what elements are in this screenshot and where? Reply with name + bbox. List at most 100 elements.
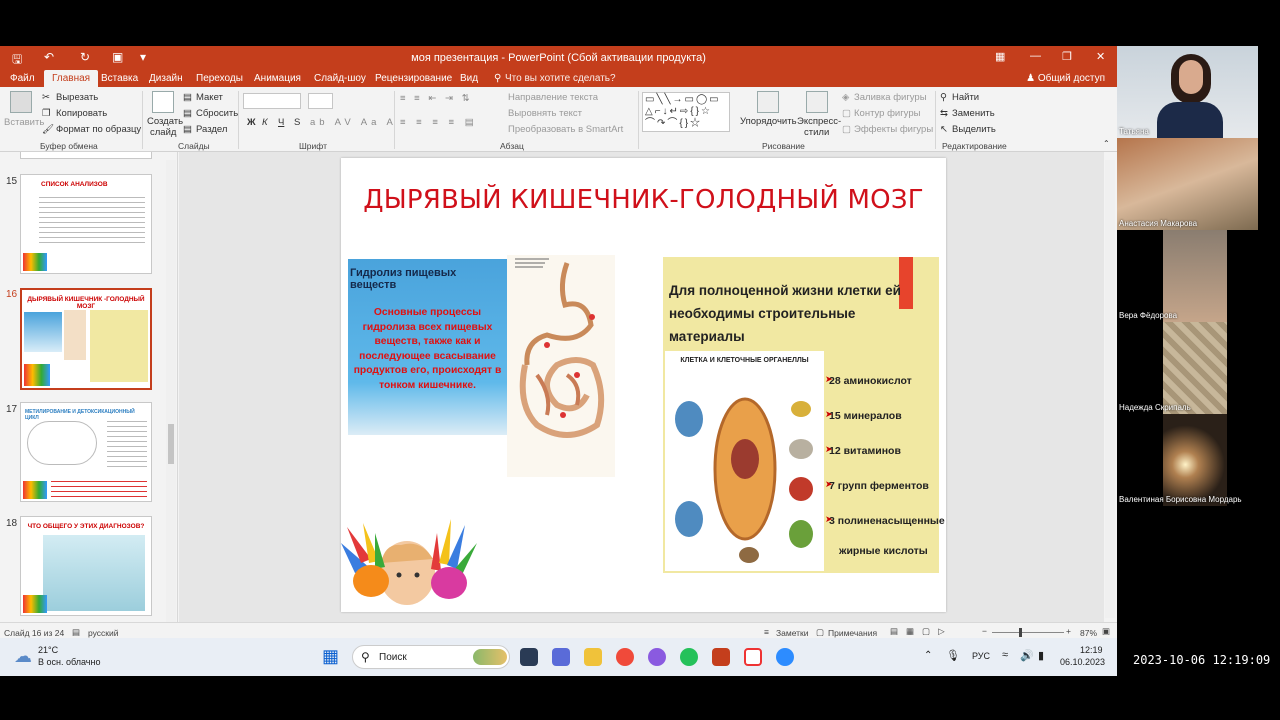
tab-transitions[interactable]: Переходы	[196, 73, 243, 84]
format-painter-icon[interactable]: 🖌	[42, 124, 54, 135]
zoom-level[interactable]: 87%	[1080, 628, 1097, 638]
tray-chevron-icon[interactable]: ⌃	[924, 650, 932, 661]
format-painter-button[interactable]: Формат по образцу	[56, 124, 141, 135]
list-icons[interactable]: ≡ ≡ ⇤ ⇥ ⇅	[400, 93, 473, 104]
shape-effects-icon[interactable]: ▢	[842, 124, 851, 135]
align-text-button[interactable]: Выровнять текст	[508, 108, 582, 119]
tab-insert[interactable]: Вставка	[101, 73, 138, 84]
participant-video-tile[interactable]: Валентиная Борисовна Мордарь	[1117, 414, 1258, 506]
participant-video-tile[interactable]: Татьяна	[1117, 46, 1258, 138]
shape-fill-button[interactable]: Заливка фигуры	[854, 92, 927, 103]
tab-review[interactable]: Рецензирование	[375, 73, 452, 84]
clock-date[interactable]: 06.10.2023	[1060, 657, 1105, 667]
ribbon-options-icon[interactable]: ▦	[995, 50, 1005, 63]
microphone-icon[interactable]: 🎙	[946, 649, 960, 662]
shape-fill-icon[interactable]: ◈	[842, 92, 849, 103]
arrange-button[interactable]: Упорядочить	[740, 116, 797, 127]
font-size-input[interactable]	[308, 93, 333, 109]
slide-scrollbar[interactable]	[1105, 160, 1115, 618]
zoom-icon[interactable]	[776, 648, 794, 666]
collapse-ribbon-icon[interactable]: ⌃	[1103, 139, 1110, 148]
yandex-icon[interactable]	[616, 648, 634, 666]
slide-thumbnail-18[interactable]: ЧТО ОБЩЕГО У ЭТИХ ДИАГНОЗОВ?	[20, 516, 152, 616]
copy-button[interactable]: Копировать	[56, 108, 107, 119]
slide-thumbnail[interactable]	[20, 152, 152, 159]
spellcheck-icon[interactable]: ▤	[72, 627, 80, 638]
layout-button[interactable]: Макет	[196, 92, 223, 103]
text-direction-button[interactable]: Направление текста	[508, 92, 598, 103]
notes-button[interactable]: Заметки	[776, 628, 809, 638]
copy-icon[interactable]: ❐	[42, 108, 51, 119]
paste-icon[interactable]	[10, 91, 32, 113]
zoom-out-icon[interactable]: −	[982, 626, 987, 636]
slide-canvas[interactable]: ДЫРЯВЫЙ КИШЕЧНИК-ГОЛОДНЫЙ МОЗГ Гидролиз …	[341, 158, 946, 612]
comments-button[interactable]: Примечания	[828, 628, 877, 638]
slide-thumbnail-17[interactable]: МЕТИЛИРОВАНИЕ И ДЕТОКСИКАЦИОННЫЙ ЦИКЛ	[20, 402, 152, 502]
underline-button[interactable]: Ч	[278, 117, 284, 128]
minimize-icon[interactable]: —	[1030, 50, 1041, 62]
replace-icon[interactable]: ⇆	[940, 108, 948, 119]
participant-video-tile[interactable]: Анастасия Макарова	[1117, 138, 1258, 230]
zoom-slider-thumb[interactable]	[1019, 628, 1022, 637]
select-icon[interactable]: ↖	[940, 124, 948, 135]
paste-button[interactable]: Вставить	[4, 117, 44, 128]
battery-icon[interactable]: ▮	[1038, 649, 1044, 662]
tab-file[interactable]: Файл	[10, 73, 35, 84]
align-icons[interactable]: ≡ ≡ ≡ ≡ ▤	[400, 117, 478, 128]
file-explorer-icon[interactable]	[584, 648, 602, 666]
section-button[interactable]: Раздел	[196, 124, 227, 135]
shapes-gallery[interactable]: ▭╲╲→▭◯▭ △⌐↓↵⇨{}☆ ⌒↷⌒{}☆	[642, 92, 730, 132]
zoom-slider[interactable]	[992, 632, 1064, 633]
italic-button[interactable]: К	[262, 117, 268, 128]
scrollbar-thumb[interactable]	[168, 424, 174, 464]
reset-icon[interactable]: ▤	[183, 108, 192, 119]
font-name-input[interactable]	[243, 93, 301, 109]
powerpoint-icon[interactable]	[712, 648, 730, 666]
alice-icon[interactable]	[648, 648, 666, 666]
new-slide-icon[interactable]	[152, 91, 174, 113]
shape-outline-button[interactable]: Контур фигуры	[854, 108, 920, 119]
replace-button[interactable]: Заменить	[952, 108, 995, 119]
clock-time[interactable]: 12:19	[1080, 645, 1103, 655]
find-icon[interactable]: ⚲	[940, 92, 947, 103]
keyboard-language[interactable]: РУС	[972, 651, 990, 661]
task-view-icon[interactable]	[520, 648, 538, 666]
digestive-system-image[interactable]	[507, 255, 615, 477]
tell-me-input[interactable]: Что вы хотите сделать?	[505, 73, 616, 84]
windows-start-icon[interactable]: ▦	[322, 646, 339, 667]
shape-outline-icon[interactable]: ▢	[842, 108, 851, 119]
arrange-icon[interactable]	[757, 91, 779, 113]
select-button[interactable]: Выделить	[952, 124, 996, 135]
comments-icon[interactable]: ▢	[816, 627, 824, 638]
new-slide-button[interactable]: Создать	[147, 116, 183, 127]
slide-title[interactable]: ДЫРЯВЫЙ КИШЕЧНИК-ГОЛОДНЫЙ МОЗГ	[341, 185, 946, 215]
close-icon[interactable]: ✕	[1096, 50, 1105, 63]
yandex-browser-icon[interactable]	[744, 648, 762, 666]
participant-video-tile[interactable]: Надежда Скрипаль	[1117, 322, 1258, 414]
slide-thumbnail-16[interactable]: ДЫРЯВЫЙ КИШЕЧНИК -ГОЛОДНЫЙ МОЗГ	[20, 288, 152, 390]
zoom-in-icon[interactable]: +	[1066, 626, 1071, 636]
whatsapp-icon[interactable]	[680, 648, 698, 666]
shape-effects-button[interactable]: Эффекты фигуры	[854, 124, 933, 135]
hydrolysis-textbox[interactable]: Гидролиз пищевых веществ Основные процес…	[348, 259, 507, 435]
font-more-icons[interactable]: ab AV Aa A	[310, 117, 397, 128]
restore-icon[interactable]: ❐	[1062, 50, 1072, 63]
taskbar-search-input[interactable]: ⚲ Поиск	[352, 645, 510, 669]
teams-icon[interactable]	[552, 648, 570, 666]
thumbnail-scrollbar[interactable]	[166, 160, 176, 622]
tab-home[interactable]: Главная	[44, 70, 99, 87]
tab-view[interactable]: Вид	[460, 73, 478, 84]
cut-icon[interactable]: ✂	[42, 92, 50, 103]
wifi-icon[interactable]: ≈	[1002, 649, 1008, 661]
volume-icon[interactable]: 🔊	[1020, 649, 1034, 662]
quick-styles-icon[interactable]	[806, 91, 828, 113]
strikethrough-button[interactable]: S	[294, 117, 300, 128]
reset-button[interactable]: Сбросить	[196, 108, 238, 119]
participant-video-tile[interactable]: Вера Фёдорова	[1117, 230, 1258, 322]
weather-icon[interactable]: ☁	[14, 646, 32, 667]
quick-styles-button[interactable]: Экспресс-	[797, 116, 841, 127]
bold-button[interactable]: Ж	[247, 117, 256, 128]
tab-design[interactable]: Дизайн	[149, 73, 183, 84]
find-button[interactable]: Найти	[952, 92, 979, 103]
tab-slideshow[interactable]: Слайд-шоу	[314, 73, 366, 84]
